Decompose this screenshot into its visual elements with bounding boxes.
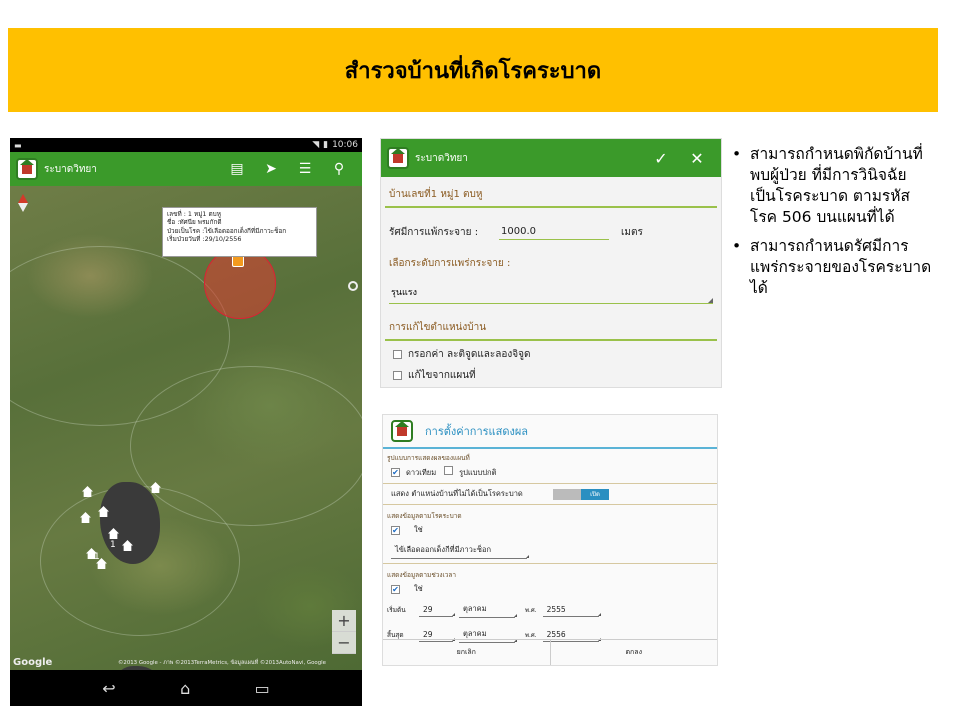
- status-time: 10:06: [332, 140, 358, 150]
- disease-row: ไข้เลือดออกเด็งกีที่มีภาวะช็อก: [383, 538, 717, 561]
- marker-info-popup[interactable]: เลขที่ : 1 หมู่1 ตบหู ชื่อ :ทัศนีย พรมกั…: [162, 207, 317, 257]
- home-icon[interactable]: ⌂: [180, 679, 190, 698]
- checkbox-checked[interactable]: ✔: [391, 525, 400, 535]
- display-settings-panel: การตั้งค่าการแสดงผล รูปแบบการแสดงผลของแผ…: [382, 414, 718, 666]
- spread-level-select[interactable]: รุนแรง: [389, 281, 713, 304]
- bullet-list: สามารถกำหนดพิกัดบ้านที่พบผู้ป่วย ที่มีกา…: [732, 144, 932, 308]
- map-attribution: ©2013 Google - ภาพ ©2013TerraMetrics, ข้…: [118, 660, 326, 666]
- android-nav-bar: ↩ ⌂ ▭: [10, 670, 362, 706]
- yes-label: ใช่: [414, 584, 423, 593]
- app-logo-icon: [391, 420, 413, 442]
- panel1-app-name: ระบาดวิทยา: [415, 152, 468, 164]
- compass-icon[interactable]: [18, 194, 28, 212]
- popup-patient-name: ชื่อ :ทัศนีย พรมกักดี: [167, 218, 222, 227]
- popup-onset-date: เริ่มป่วยวันที่ :29/10/2556: [167, 234, 242, 243]
- battery-icon: ▮: [323, 140, 329, 150]
- check-icon[interactable]: ✓: [643, 149, 679, 168]
- app-logo-icon[interactable]: [387, 147, 409, 169]
- checkbox[interactable]: [393, 371, 402, 380]
- recent-apps-icon[interactable]: ▭: [255, 679, 270, 698]
- wifi-icon: ◥: [312, 140, 320, 150]
- bullet-item: สามารถกำหนดรัศมีการแพร่กระจายของโรคระบาด…: [732, 236, 932, 299]
- disease-select[interactable]: ไข้เลือดออกเด็งกีที่มีภาวะช็อก: [391, 542, 529, 559]
- radius-unit: เมตร: [621, 226, 643, 238]
- send-icon[interactable]: ➤: [254, 161, 288, 177]
- edit-location-header: การแก้ไขตำแหน่งบ้าน: [389, 322, 487, 333]
- house-label: บ้านเลขที่1 หมู่1 ตบหู: [389, 189, 483, 200]
- app-name: ระบาดวิทยา: [44, 163, 97, 175]
- search-icon[interactable]: ⚲: [322, 161, 356, 177]
- back-icon[interactable]: ↩: [102, 679, 115, 698]
- map-type-label: รูปแบบการแสดงผลของแผนที่: [387, 454, 470, 462]
- yes-label: ใช่: [414, 525, 423, 534]
- map-type-options: ✔ ดาวเทียม รูปแบบปกติ: [383, 464, 717, 481]
- by-time-label: แสดงข้อมูลตามช่วงเวลา: [387, 571, 457, 579]
- my-location-icon[interactable]: [348, 281, 358, 291]
- toggle-off: [553, 489, 581, 500]
- normal-option[interactable]: รูปแบบปกติ: [444, 466, 496, 479]
- normal-label: รูปแบบปกติ: [459, 468, 497, 477]
- google-logo: Google: [13, 657, 53, 668]
- divider: [383, 504, 717, 505]
- slide-title: สำรวจบ้านที่เกิดโรคระบาด: [344, 58, 602, 84]
- radius-input[interactable]: 1000.0: [499, 224, 609, 240]
- house-settings-panel: ระบาดวิทยา ✓ ✕ บ้านเลขที่1 หมู่1 ตบหู รั…: [380, 138, 722, 388]
- start-label: เริ่มต้น: [387, 605, 406, 614]
- end-label: สิ้นสุด: [387, 630, 404, 639]
- title-banner: สำรวจบ้านที่เกิดโรคระบาด: [8, 28, 938, 112]
- panel1-app-bar: ระบาดวิทยา ✓ ✕: [381, 139, 721, 177]
- by-time-yes[interactable]: ✔ ใช่: [383, 581, 717, 597]
- status-bar: ▬ ◥ ▮ 10:06: [10, 138, 362, 152]
- start-era-label: พ.ศ.: [525, 606, 537, 614]
- map-view[interactable]: เลขที่ : 1 หมู่1 ตบหู ชื่อ :ทัศนีย พรมกั…: [10, 186, 362, 670]
- ok-button[interactable]: ตกลง: [549, 640, 718, 665]
- settings-sliders-icon[interactable]: ☰: [288, 161, 322, 177]
- start-day-select[interactable]: 29: [419, 603, 455, 617]
- end-era-label: พ.ศ.: [525, 631, 537, 639]
- close-icon[interactable]: ✕: [679, 149, 715, 168]
- start-year-select[interactable]: 2555: [542, 603, 601, 617]
- popup-disease: ป่วยเป็นโรค :ไข้เลือดออกเด็งกีที่มีภาวะช…: [167, 226, 287, 235]
- by-disease-label: แสดงข้อมูลตามโรคระบาด: [387, 512, 462, 520]
- checkbox-checked[interactable]: ✔: [391, 584, 400, 594]
- by-disease-yes[interactable]: ✔ ใช่: [383, 522, 717, 538]
- option-map[interactable]: แก้ไขจากแผนที่: [381, 365, 721, 386]
- spread-label: เลือกระดับการแพร่กระจาย :: [389, 258, 511, 269]
- notification-icon: ▬: [14, 140, 22, 150]
- bullet-item: สามารถกำหนดพิกัดบ้านที่พบผู้ป่วย ที่มีกา…: [732, 144, 932, 228]
- radius-row: รัศมีการแพ้กระจาย : 1000.0 เมตร: [381, 208, 721, 244]
- satellite-label: ดาวเทียม: [406, 467, 437, 477]
- panel2-header: การตั้งค่าการแสดงผล: [383, 415, 717, 449]
- option-map-label: แก้ไขจากแผนที่: [408, 370, 476, 381]
- start-month-select[interactable]: ตุลาคม: [459, 601, 517, 618]
- clipboard-icon[interactable]: ▤: [220, 161, 254, 177]
- divider: [383, 563, 717, 564]
- option-latlng-label: กรอกค่า ละติจูดและลองจิจูด: [408, 349, 531, 360]
- toggle-on-label: เปิด: [581, 488, 609, 500]
- start-date-row: เริ่มต้น 29 ตุลาคม พ.ศ. 2555: [383, 597, 717, 622]
- cluster-count: 1: [94, 552, 100, 562]
- nonepidemic-toggle[interactable]: เปิด: [553, 488, 609, 500]
- phone-screenshot: ▬ ◥ ▮ 10:06 ระบาดวิทยา ▤ ➤ ☰ ⚲ เลขที่ : …: [10, 138, 362, 706]
- app-bar: ระบาดวิทยา ▤ ➤ ☰ ⚲: [10, 152, 362, 186]
- app-logo-icon[interactable]: [16, 158, 38, 180]
- checkbox[interactable]: [444, 466, 454, 475]
- cluster-count: 1: [110, 540, 116, 550]
- dialog-buttons: ยกเลิก ตกลง: [383, 639, 717, 665]
- nonepidemic-label: แสดง ตำแหน่งบ้านที่ไม่ได้เป็นโรคระบาด: [391, 489, 523, 498]
- satellite-option[interactable]: ✔ ดาวเทียม: [391, 467, 436, 479]
- house-icon[interactable]: [82, 486, 93, 497]
- zoom-controls: + −: [332, 610, 356, 654]
- zoom-in-button[interactable]: +: [332, 610, 356, 632]
- checkbox-checked[interactable]: ✔: [391, 467, 400, 477]
- panel2-title: การตั้งค่าการแสดงผล: [425, 425, 529, 438]
- cancel-button[interactable]: ยกเลิก: [383, 640, 550, 665]
- checkbox[interactable]: [393, 350, 402, 359]
- zoom-out-button[interactable]: −: [332, 632, 356, 654]
- divider: [383, 483, 717, 484]
- option-latlng[interactable]: กรอกค่า ละติจูดและลองจิจูด: [381, 341, 721, 365]
- slide: สำรวจบ้านที่เกิดโรคระบาด ▬ ◥ ▮ 10:06 ระบ…: [0, 0, 960, 720]
- radius-label: รัศมีการแพ้กระจาย :: [389, 226, 479, 238]
- nonepidemic-row: แสดง ตำแหน่งบ้านที่ไม่ได้เป็นโรคระบาด เป…: [383, 486, 717, 502]
